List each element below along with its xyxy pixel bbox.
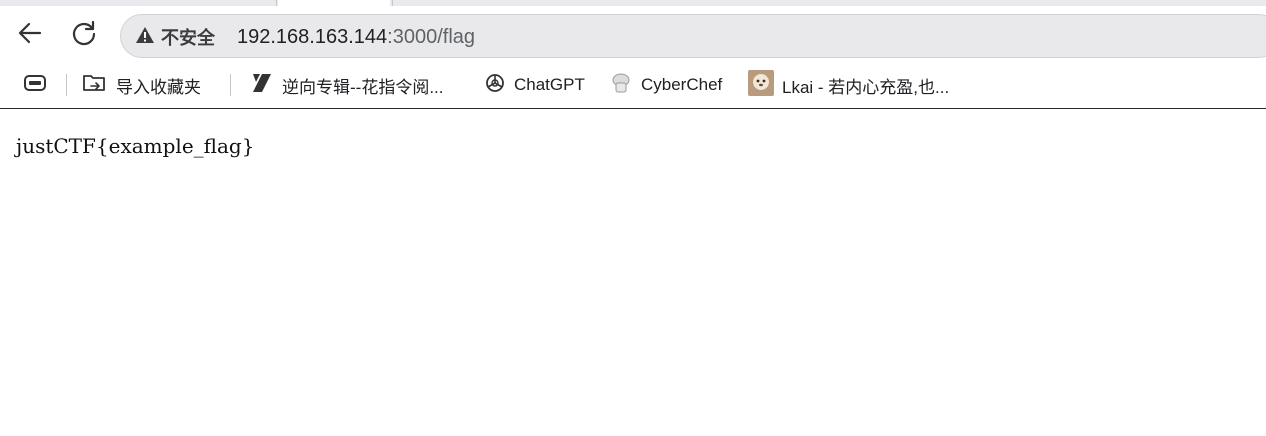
url-text[interactable]: 192.168.163.144:3000/flag — [237, 25, 475, 49]
bookmark-label: 导入收藏夹 — [116, 77, 201, 97]
browser-toolbar: 不安全 192.168.163.144:3000/flag — [0, 6, 1266, 62]
openai-icon — [484, 72, 506, 99]
page-body-text: justCTF{example_flag} — [16, 134, 255, 158]
reload-icon — [70, 19, 98, 52]
url-path: :3000/flag — [387, 26, 476, 48]
chef-hat-icon — [609, 71, 633, 100]
bookmark-label: 逆向专辑--花指令阅... — [282, 77, 444, 97]
bookmark-cyberchef[interactable]: CyberChef — [609, 71, 722, 99]
security-indicator[interactable]: 不安全 — [135, 25, 215, 49]
reload-button[interactable] — [67, 18, 101, 52]
bookmark-chatgpt[interactable]: ChatGPT — [484, 71, 585, 99]
bookmark-lkai[interactable]: Lkai - 若内心充盈,也... — [748, 69, 950, 101]
security-label: 不安全 — [161, 28, 215, 48]
address-bar[interactable]: 不安全 192.168.163.144:3000/flag — [120, 14, 1266, 58]
apps-button[interactable] — [22, 71, 48, 99]
back-button[interactable] — [13, 18, 47, 52]
bookmark-label: ChatGPT — [514, 75, 585, 94]
url-host: 192.168.163.144 — [237, 26, 388, 48]
viewport-top-border — [0, 108, 1266, 109]
bookmark-divider — [230, 74, 231, 96]
import-folder-icon — [82, 71, 108, 100]
warning-icon — [135, 25, 155, 50]
apps-icon — [22, 70, 48, 101]
arrow-left-icon — [16, 19, 44, 52]
avatar-icon — [748, 69, 774, 101]
bookmark-import[interactable]: 导入收藏夹 — [82, 71, 201, 99]
bookmark-label: CyberChef — [641, 75, 723, 94]
bookmark-label: Lkai - 若内心充盈,也... — [782, 77, 950, 97]
bookmark-reverse-album[interactable]: 逆向专辑--花指令阅... — [250, 71, 444, 99]
bookmark-divider — [66, 74, 67, 96]
bookmarks-bar: 导入收藏夹 逆向专辑--花指令阅... ChatGPT CyberChef Lk… — [0, 62, 1266, 108]
bookmark-site-icon — [250, 71, 274, 100]
